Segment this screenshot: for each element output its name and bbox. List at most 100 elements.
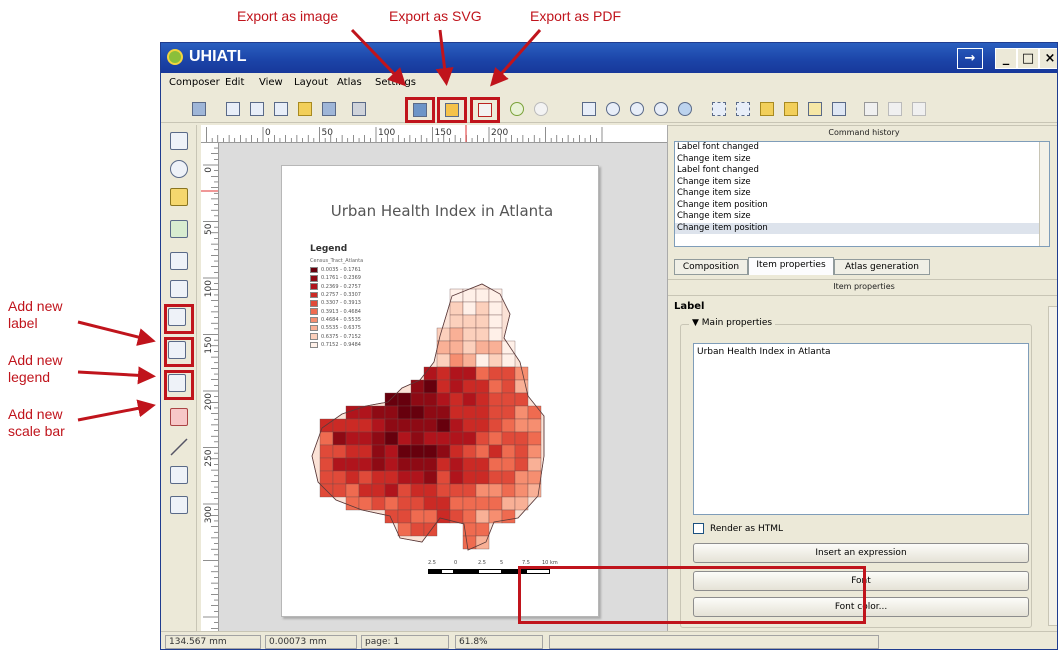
history-item[interactable]: Label font changed xyxy=(675,142,1049,154)
history-item[interactable]: Change item size xyxy=(675,154,1049,166)
census-tract xyxy=(488,457,503,472)
open-template-button[interactable] xyxy=(295,99,315,119)
maximize-button[interactable]: □ xyxy=(1017,48,1039,69)
menu-atlas[interactable]: Atlas xyxy=(337,77,362,88)
menu-composer[interactable]: Composer xyxy=(169,77,220,88)
census-tract xyxy=(423,431,438,446)
history-item[interactable]: Change item position xyxy=(675,222,1049,234)
new-composer-button[interactable] xyxy=(223,99,243,119)
census-tract xyxy=(475,418,490,433)
menu-view[interactable]: View xyxy=(259,77,283,88)
history-item[interactable]: Label font changed xyxy=(675,165,1049,177)
add-scalebar-tool-icon[interactable] xyxy=(164,370,194,400)
composition-page[interactable]: Urban Health Index in Atlanta Legend Cen… xyxy=(281,165,599,617)
title-bar: UHIATL → _ □ × xyxy=(161,43,1057,73)
export-svg-button[interactable] xyxy=(437,97,467,123)
command-history-list[interactable]: Label font changed Change item size Label … xyxy=(674,141,1050,247)
save-project-button[interactable] xyxy=(189,99,209,119)
zoom-tool-icon[interactable] xyxy=(167,157,191,181)
select-move-tool-icon[interactable] xyxy=(167,185,191,209)
tab-item-properties[interactable]: Item properties xyxy=(748,257,834,275)
arrow-icon[interactable]: → xyxy=(957,48,983,69)
print-button[interactable] xyxy=(349,99,369,119)
tab-atlas-generation[interactable]: Atlas generation xyxy=(834,259,930,275)
redo-icon[interactable] xyxy=(531,99,551,119)
command-history-header: Command history xyxy=(668,125,1057,139)
close-button[interactable]: × xyxy=(1039,48,1057,69)
history-item[interactable]: Change item size xyxy=(675,211,1049,223)
atlas-preview-button[interactable] xyxy=(861,99,881,119)
tab-composition[interactable]: Composition xyxy=(674,259,748,275)
history-items: Label font changed Change item size Label … xyxy=(675,142,1049,234)
census-tract xyxy=(449,483,464,498)
composer-manager-button[interactable] xyxy=(271,99,291,119)
add-shape-tool-icon[interactable] xyxy=(167,405,191,429)
zoom-actual-button[interactable] xyxy=(603,99,623,119)
zoom-select[interactable]: 61.8% xyxy=(455,635,543,649)
census-tract xyxy=(501,379,516,394)
lock-icon[interactable] xyxy=(757,99,777,119)
render-as-html-row[interactable]: Render as HTML xyxy=(693,523,783,534)
duplicate-composer-button[interactable] xyxy=(247,99,267,119)
ruler-horizontal-ticks: 0 50 100 150 200 xyxy=(206,125,603,142)
census-tract xyxy=(319,444,334,459)
export-image-button[interactable] xyxy=(405,97,435,123)
census-tract xyxy=(436,444,451,459)
census-tract xyxy=(384,392,399,407)
census-tract xyxy=(345,483,360,498)
add-html-frame-tool-icon[interactable] xyxy=(167,493,191,517)
move-content-tool-icon[interactable] xyxy=(167,217,191,241)
census-tract xyxy=(423,496,438,511)
add-arrow-tool-icon[interactable] xyxy=(167,435,191,459)
group-button[interactable] xyxy=(805,99,825,119)
save-template-button[interactable] xyxy=(319,99,339,119)
census-tract xyxy=(462,392,477,407)
zoom-in-icon[interactable] xyxy=(627,99,647,119)
minimize-button[interactable]: _ xyxy=(995,48,1017,69)
add-attribute-table-tool-icon[interactable] xyxy=(167,463,191,487)
undo-icon[interactable] xyxy=(507,99,527,119)
label-text-editor[interactable]: Urban Health Index in Atlanta xyxy=(693,343,1029,515)
menu-edit[interactable]: Edit xyxy=(225,77,244,88)
history-item[interactable]: Change item position xyxy=(675,200,1049,212)
main-properties-title[interactable]: ▼ Main properties xyxy=(689,318,776,328)
arrow-line-icon xyxy=(170,438,188,456)
census-tract xyxy=(475,431,490,446)
ruler-label: 100 xyxy=(204,280,214,297)
render-as-html-checkbox[interactable] xyxy=(693,523,704,534)
add-map-tool-icon[interactable] xyxy=(167,249,191,273)
zoom-full-button[interactable] xyxy=(579,99,599,119)
first-feature-icon[interactable] xyxy=(885,99,905,119)
insert-expression-button[interactable]: Insert an expression xyxy=(693,543,1029,563)
census-tract xyxy=(371,483,386,498)
select-all-button[interactable] xyxy=(709,99,729,119)
properties-scrollbar[interactable] xyxy=(1048,306,1057,626)
unlock-icon[interactable] xyxy=(781,99,801,119)
census-tract xyxy=(527,418,542,433)
ungroup-button[interactable] xyxy=(829,99,849,119)
census-tract xyxy=(475,301,490,316)
previous-feature-icon[interactable] xyxy=(909,99,929,119)
census-tract xyxy=(488,301,503,316)
annotation-add-legend-line1: Add new xyxy=(8,352,63,368)
choropleth-map[interactable] xyxy=(282,166,600,618)
deselect-button[interactable] xyxy=(733,99,753,119)
composer-canvas[interactable]: Urban Health Index in Atlanta Legend Cen… xyxy=(219,143,667,631)
census-tract xyxy=(436,483,451,498)
census-tract xyxy=(423,483,438,498)
census-tract xyxy=(475,444,490,459)
menu-layout[interactable]: Layout xyxy=(294,77,328,88)
history-item[interactable]: Change item size xyxy=(675,177,1049,189)
history-scrollbar[interactable] xyxy=(1039,142,1049,246)
census-tract xyxy=(436,496,451,511)
pan-hand-icon[interactable] xyxy=(167,129,191,153)
export-pdf-button[interactable] xyxy=(470,97,500,123)
menu-settings[interactable]: Settings xyxy=(375,77,416,88)
add-label-tool-icon[interactable] xyxy=(164,304,194,334)
census-tract xyxy=(397,483,412,498)
history-item[interactable]: Change item size xyxy=(675,188,1049,200)
zoom-out-icon[interactable] xyxy=(651,99,671,119)
add-image-tool-icon[interactable] xyxy=(167,277,191,301)
add-legend-tool-icon[interactable] xyxy=(164,337,194,367)
refresh-icon[interactable] xyxy=(675,99,695,119)
